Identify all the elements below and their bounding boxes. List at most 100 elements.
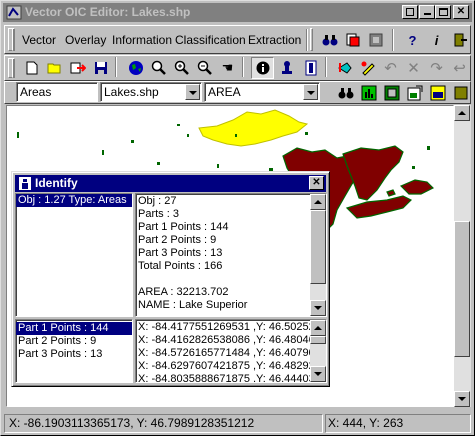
detail-line: Parts : 3 (138, 208, 179, 220)
parts-list[interactable]: Part 1 Points : 144 Part 2 Points : 9 Pa… (15, 319, 133, 383)
help-button[interactable]: ? (401, 29, 424, 51)
map-vertical-scrollbar[interactable] (454, 105, 471, 407)
file-select-dropdown[interactable] (185, 84, 200, 100)
exit-door-icon (454, 33, 467, 47)
new-button[interactable] (20, 57, 43, 79)
find-button[interactable] (334, 82, 357, 103)
parts-list-item[interactable]: Part 1 Points : 144 (16, 322, 132, 335)
detail-line: Total Points : 166 (138, 260, 223, 272)
points-list-item[interactable]: X: -84.4177551269531 ,Y: 46.50252 (136, 321, 310, 334)
lake-st-clair (386, 189, 396, 197)
details-scroll-up[interactable] (310, 194, 326, 210)
delete-button[interactable]: ✕ (402, 57, 425, 79)
exit-button[interactable] (448, 29, 471, 51)
points-scroll-thumb[interactable] (310, 336, 326, 344)
points-list-item[interactable]: X: -84.4162826538086 ,Y: 46.48046 (136, 334, 310, 347)
details-scroll-down[interactable] (310, 300, 326, 316)
minimize-button[interactable] (419, 5, 435, 19)
stamp-button[interactable] (275, 57, 298, 79)
details-scrollbar[interactable] (310, 194, 326, 316)
close-button[interactable]: ✕ (453, 5, 469, 19)
chart-button[interactable] (357, 82, 380, 103)
export-button[interactable] (66, 57, 89, 79)
maximize-button[interactable] (435, 5, 451, 19)
detail-line: Part 1 Points : 144 (138, 221, 229, 233)
zoom-button[interactable] (147, 57, 170, 79)
identify-title-bar[interactable]: Identify ✕ (15, 175, 326, 192)
system-menu-button[interactable] (402, 5, 418, 19)
menu-bar: Vector Overlay Information Classificatio… (4, 25, 471, 54)
save-button[interactable] (89, 57, 112, 79)
lake-superior-selected (198, 109, 309, 147)
edit-pencil-button[interactable] (356, 57, 379, 79)
parts-list-item[interactable]: Part 2 Points : 9 (16, 335, 132, 348)
scroll-thumb[interactable] (454, 221, 470, 357)
detail-line: Part 3 Points : 13 (138, 247, 223, 259)
new-icon (26, 61, 37, 75)
chevron-up-icon (458, 111, 466, 115)
identify-title: Identify (35, 176, 78, 190)
chevron-down-icon (189, 91, 197, 95)
undo-button[interactable]: ↶ (379, 57, 402, 79)
object-list-item[interactable]: Obj : 1.27 Type: Areas (16, 194, 132, 207)
binoculars-icon (338, 87, 353, 98)
file-select[interactable]: Lakes.shp (100, 82, 202, 102)
select-region-button[interactable] (380, 82, 403, 103)
identify-close-button[interactable]: ✕ (309, 176, 324, 190)
layer-select[interactable]: Areas (16, 82, 98, 102)
pan-button[interactable]: ☚ (216, 57, 239, 79)
parts-list-item[interactable]: Part 3 Points : 13 (16, 348, 132, 361)
points-list-item[interactable]: X: -84.8035888671875 ,Y: 46.44403 (136, 373, 310, 382)
globe-button[interactable] (124, 57, 147, 79)
open-button[interactable] (43, 57, 66, 79)
chart-icon (361, 85, 376, 100)
square-button[interactable] (449, 82, 472, 103)
map-import-button[interactable] (426, 82, 449, 103)
lake-ontario (399, 179, 435, 195)
zoom-out-button[interactable] (193, 57, 216, 79)
menu-grip-2 (12, 28, 15, 51)
details-scroll-thumb[interactable] (310, 210, 326, 284)
lake-erie (345, 195, 413, 219)
info-button[interactable] (251, 57, 274, 79)
points-list-item[interactable]: X: -84.6297607421875 ,Y: 46.48292 (136, 360, 310, 373)
title-bar: Vector OIC Editor: Lakes.shp ✕ (3, 3, 472, 22)
points-scrollbar[interactable] (310, 320, 326, 382)
field-select[interactable]: AREA (204, 82, 320, 102)
menu-information[interactable]: Information (112, 32, 172, 48)
map-export-button[interactable] (403, 82, 426, 103)
object-details[interactable]: Obj : 27 Parts : 3 Part 1 Points : 144 P… (135, 193, 327, 317)
identify-all-button[interactable] (341, 29, 364, 51)
layer-toolbar: Areas Lakes.shp AREA (4, 81, 471, 104)
scroll-up-button[interactable] (454, 105, 470, 121)
undo-icon: ↶ (384, 60, 397, 77)
object-list[interactable]: Obj : 1.27 Type: Areas (15, 193, 133, 317)
redo-button[interactable]: ↷ (425, 57, 448, 79)
select-arrow-button[interactable] (333, 57, 356, 79)
info-cursor-button[interactable]: i (425, 29, 448, 51)
binoculars-button[interactable] (318, 29, 341, 51)
points-scroll-up[interactable] (310, 320, 326, 336)
points-scroll-down[interactable] (310, 366, 326, 382)
restore-icon (406, 8, 414, 16)
id-card-button[interactable] (299, 57, 322, 79)
zoom-in-button[interactable] (170, 57, 193, 79)
return-button[interactable]: ↩ (448, 57, 471, 79)
field-select-dropdown[interactable] (303, 84, 318, 100)
export-icon (70, 62, 86, 74)
menu-extraction[interactable]: Extraction (248, 32, 301, 48)
edit-pencil-icon (361, 61, 375, 76)
chevron-down-icon (314, 372, 322, 376)
separator (392, 29, 394, 51)
help-icon: ? (408, 32, 417, 48)
points-list[interactable]: X: -84.4177551269531 ,Y: 46.50252 X: -84… (135, 319, 327, 383)
scroll-down-button[interactable] (454, 391, 470, 407)
chevron-down-icon (458, 397, 466, 401)
redo-icon: ↷ (430, 60, 443, 77)
id-card-icon (305, 60, 316, 76)
points-list-item[interactable]: X: -84.5726165771484 ,Y: 46.40790 (136, 347, 310, 360)
menu-vector[interactable]: Vector (22, 32, 56, 48)
menu-classification[interactable]: Classification (175, 32, 246, 48)
book-button[interactable] (364, 29, 387, 51)
menu-overlay[interactable]: Overlay (65, 32, 106, 48)
